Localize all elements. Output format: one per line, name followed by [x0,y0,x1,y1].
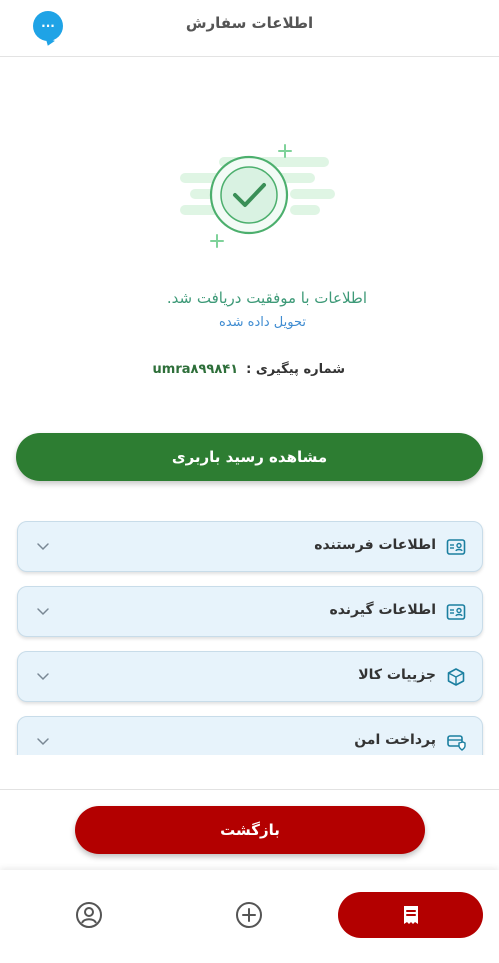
id-card-icon [446,539,466,555]
order-info-screen: ··· اطلاعات سفارش اطلاعات با موفقیت دریا… [0,0,499,963]
chevron-down-icon [37,738,49,746]
page-title: اطلاعات سفارش [185,14,314,32]
info-sections: اطلاعات فرستنده اطلاعات گیرنده جزییات کا… [0,505,499,755]
tracking-label: شماره پیگیری : [246,362,345,377]
section-label: جزییات کالا [358,667,436,683]
id-card-icon [446,604,466,620]
section-sender-info[interactable]: اطلاعات فرستنده [17,521,483,572]
section-label: پرداخت امن [354,732,436,748]
chevron-down-icon [37,608,49,616]
box-icon [447,668,465,686]
tracking-value: umra۸۹۹۸۴۱ [152,362,239,377]
section-receiver-info[interactable]: اطلاعات گیرنده [17,586,483,637]
success-message: اطلاعات با موفقیت دریافت شد. [166,289,367,307]
back-button[interactable]: بازگشت [75,806,425,854]
section-goods-details[interactable]: جزییات کالا [17,651,483,702]
view-receipt-button[interactable]: مشاهده رسید باربری [16,433,483,481]
section-label: اطلاعات فرستنده [314,537,436,553]
success-check-illustration [180,144,335,248]
user-icon[interactable] [75,901,103,929]
receipt-icon [403,906,418,924]
tracking-number-row: شماره پیگیری : umra۸۹۹۸۴۱ [153,362,345,377]
chevron-down-icon [37,543,49,551]
delivery-status: تحویل داده شده [219,315,306,330]
divider [0,789,499,790]
nav-orders-tab[interactable] [338,892,483,938]
section-label: اطلاعات گیرنده [329,602,436,618]
secure-payment-icon [447,735,466,751]
section-secure-payment[interactable]: پرداخت امن [17,716,483,755]
bottom-nav [0,870,499,963]
plus-circle-icon[interactable] [235,901,263,929]
header: ··· اطلاعات سفارش [0,0,499,57]
chevron-down-icon [37,673,49,681]
